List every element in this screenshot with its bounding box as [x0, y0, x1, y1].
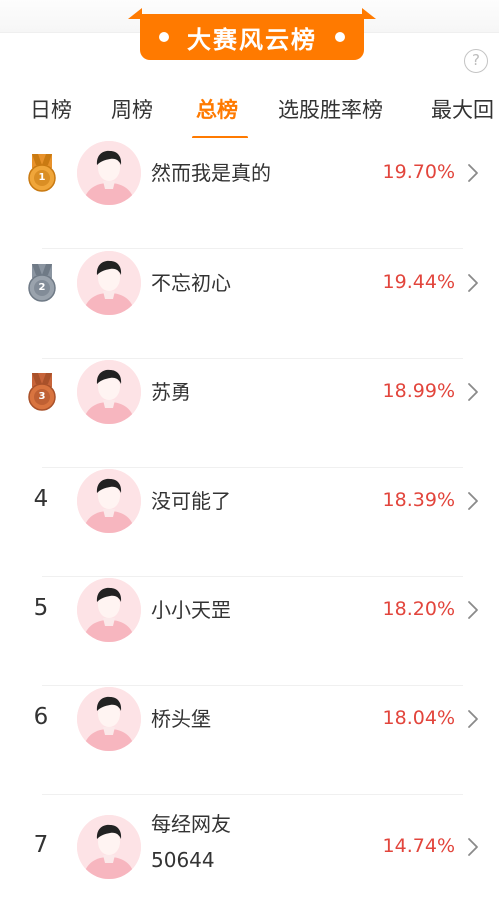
yield-rate: 18.99% — [382, 380, 455, 402]
yield-rate: 18.04% — [382, 707, 455, 729]
row-divider — [42, 248, 463, 249]
avatar[interactable] — [77, 469, 141, 533]
avatar[interactable] — [77, 687, 141, 751]
user-name-line: 小小天罡 — [151, 598, 231, 622]
banner-dot-right — [335, 32, 345, 42]
rank-medal-number: 1 — [38, 172, 46, 183]
rank-medal-number: 3 — [38, 391, 46, 402]
banner: 大赛风云榜 — [128, 8, 376, 60]
rank-medal-silver-icon: 2 — [26, 263, 58, 303]
ranking-row[interactable]: 2 不忘初心 19.44% — [0, 250, 499, 359]
banner-plate: 大赛风云榜 — [140, 14, 364, 60]
user-name-line-2: 50644 — [151, 848, 215, 872]
rank-number: 6 — [33, 704, 49, 730]
user-name-line: 每经网友 — [151, 812, 231, 836]
help-icon[interactable]: ? — [464, 49, 488, 73]
tab-daily[interactable]: 日榜 — [30, 88, 72, 132]
chevron-right-icon[interactable] — [467, 837, 479, 857]
chevron-right-icon[interactable] — [467, 382, 479, 402]
yield-rate: 18.20% — [382, 598, 455, 620]
ranking-row[interactable]: 4 没可能了 18.39% — [0, 468, 499, 577]
chevron-right-icon[interactable] — [467, 491, 479, 511]
avatar[interactable] — [77, 815, 141, 879]
user-name[interactable]: 每经网友 50644 — [151, 810, 231, 874]
user-name[interactable]: 苏勇 — [151, 378, 191, 406]
banner-ribbon-right — [362, 8, 376, 19]
user-name[interactable]: 没可能了 — [151, 487, 231, 515]
tab-win-rate[interactable]: 选股胜率榜 — [278, 88, 383, 132]
chevron-right-icon[interactable] — [467, 273, 479, 293]
user-name-line: 苏勇 — [151, 380, 191, 404]
ranking-row[interactable]: 1 然而我是真的 19.70% — [0, 140, 499, 249]
user-name[interactable]: 桥头堡 — [151, 705, 211, 733]
user-name-line: 桥头堡 — [151, 707, 211, 731]
leaderboard-page: 大赛风云榜 ? 日榜 周榜 总榜 选股胜率榜 最大回 1 然而我是真的 19.70%… — [0, 0, 499, 879]
user-name[interactable]: 小小天罡 — [151, 596, 231, 624]
rank-medal-gold-icon: 1 — [26, 153, 58, 193]
ranking-row[interactable]: 6 桥头堡 18.04% — [0, 686, 499, 795]
avatar[interactable] — [77, 578, 141, 642]
yield-rate: 14.74% — [382, 835, 455, 857]
avatar[interactable] — [77, 360, 141, 424]
ranking-row[interactable]: 3 苏勇 18.99% — [0, 359, 499, 468]
tab-overall[interactable]: 总榜 — [196, 88, 238, 132]
rank-medal-bronze-icon: 3 — [26, 372, 58, 412]
avatar[interactable] — [77, 251, 141, 315]
rank-number: 7 — [33, 832, 49, 858]
yield-rate: 19.70% — [382, 161, 455, 183]
chevron-right-icon[interactable] — [467, 163, 479, 183]
rank-medal-number: 2 — [38, 282, 46, 293]
tab-weekly[interactable]: 周榜 — [111, 88, 153, 132]
user-name-line: 不忘初心 — [151, 271, 231, 295]
rank-number: 5 — [33, 595, 49, 621]
chevron-right-icon[interactable] — [467, 600, 479, 620]
yield-rate: 18.39% — [382, 489, 455, 511]
yield-rate: 19.44% — [382, 271, 455, 293]
chevron-right-icon[interactable] — [467, 709, 479, 729]
ranking-row[interactable]: 5 小小天罡 18.20% — [0, 577, 499, 686]
ranking-row[interactable]: 7 每经网友 50644 14.74% — [0, 795, 499, 904]
avatar[interactable] — [77, 141, 141, 205]
banner-title: 大赛风云榜 — [187, 25, 317, 54]
user-name-line: 没可能了 — [151, 489, 231, 513]
tab-max-drawdown[interactable]: 最大回 — [431, 88, 494, 132]
banner-dot-left — [159, 32, 169, 42]
user-name[interactable]: 不忘初心 — [151, 269, 231, 297]
tab-active-indicator — [192, 136, 248, 138]
user-name[interactable]: 然而我是真的 — [151, 159, 271, 187]
rank-number: 4 — [33, 486, 49, 512]
user-name-line: 然而我是真的 — [151, 161, 271, 185]
tab-bar: 日榜 周榜 总榜 选股胜率榜 最大回 — [0, 88, 499, 138]
